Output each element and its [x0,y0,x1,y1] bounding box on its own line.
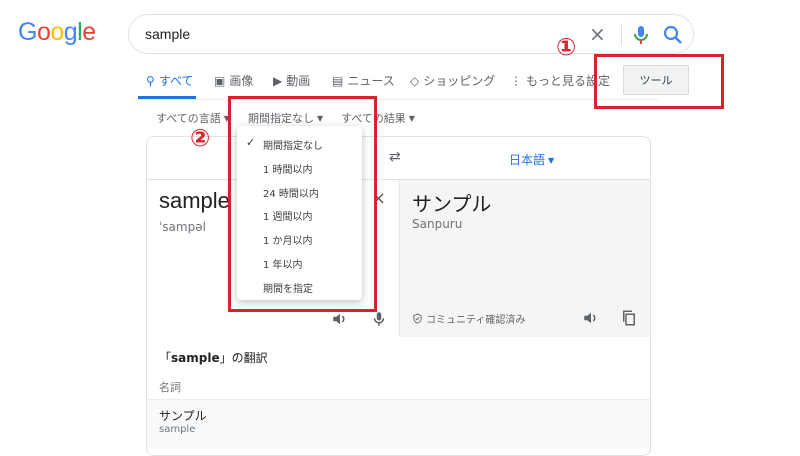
translation-romaji: Sanpuru [412,217,463,231]
google-logo[interactable]: Google [18,18,96,47]
tab-images[interactable]: ▣ 画像 [214,72,253,89]
tab-all[interactable]: ⚲ すべて [146,72,193,89]
logo-letter: o [50,18,64,46]
caret-down-icon: ▼ [408,114,415,123]
target-language-select[interactable]: 日本語 ▼ [509,151,554,168]
translation-row[interactable] [147,399,650,448]
heading-word: sample [171,351,220,365]
search-icon: ⚲ [146,73,155,88]
swap-languages-icon[interactable]: ⇄ [389,149,401,165]
logo-letter: e [82,18,96,46]
heading-suffix: 」の翻訳 [219,351,268,365]
annotation-box-period [228,96,377,312]
translate-card: ⇄ 日本語 ▼ sample ˈsampəl × サンプル Sanpuru コミュ… [146,136,651,456]
target-pane: サンプル Sanpuru コミュニティ確認済み [399,180,650,337]
shield-check-icon [413,313,422,324]
source-phonetic: ˈsampəl [159,220,206,234]
search-bar[interactable]: × [128,14,694,54]
tab-label: もっと見る [526,74,587,88]
tab-videos[interactable]: ▶ 動画 [273,72,310,89]
news-icon: ▤ [332,73,344,88]
copy-icon[interactable] [620,309,638,327]
translations-heading: 「sample」の翻訳 [159,349,268,366]
translation-text: サンプル [412,192,492,216]
search-icon[interactable] [661,23,685,47]
tab-label: ショッピング [423,74,496,88]
annotation-box-tools [594,54,724,109]
translation-row-source: sample [159,424,196,435]
logo-letter: G [18,18,37,46]
video-icon: ▶ [273,73,283,88]
annotation-number-one: ① [556,33,577,61]
target-language-label: 日本語 [509,153,546,167]
search-divider [621,24,622,46]
microphone-icon[interactable] [370,310,388,328]
verified-badge: コミュニティ確認済み [412,311,525,326]
microphone-icon[interactable] [629,23,653,47]
caret-down-icon: ▼ [548,156,555,165]
tabs-divider [138,99,658,100]
heading-prefix: 「 [159,351,172,365]
tab-more[interactable]: ⋮ もっと見る [510,72,586,89]
filter-label: すべての言語 [156,112,221,125]
tab-shopping[interactable]: ◇ ショッピング [410,72,495,89]
speaker-icon[interactable] [582,309,600,327]
search-input[interactable] [145,24,565,44]
tab-label: ニュース [347,74,395,88]
more-vert-icon: ⋮ [510,73,522,88]
annotation-number-two: ② [190,124,211,152]
part-of-speech: 名詞 [159,381,181,394]
translation-row-word: サンプル [159,409,207,423]
tab-label: すべて [158,74,194,88]
verified-label: コミュニティ確認済み [426,315,526,326]
logo-letter: o [36,18,51,46]
tab-label: 動画 [286,74,311,88]
speaker-icon[interactable] [331,310,349,328]
tab-label: 画像 [229,74,254,88]
logo-letter: g [63,18,78,46]
tab-news[interactable]: ▤ ニュース [332,72,395,89]
tag-icon: ◇ [410,73,420,88]
clear-icon[interactable]: × [589,21,606,47]
language-bar: ⇄ 日本語 ▼ [147,137,650,180]
source-text: sample [159,188,230,213]
image-icon: ▣ [214,73,226,88]
